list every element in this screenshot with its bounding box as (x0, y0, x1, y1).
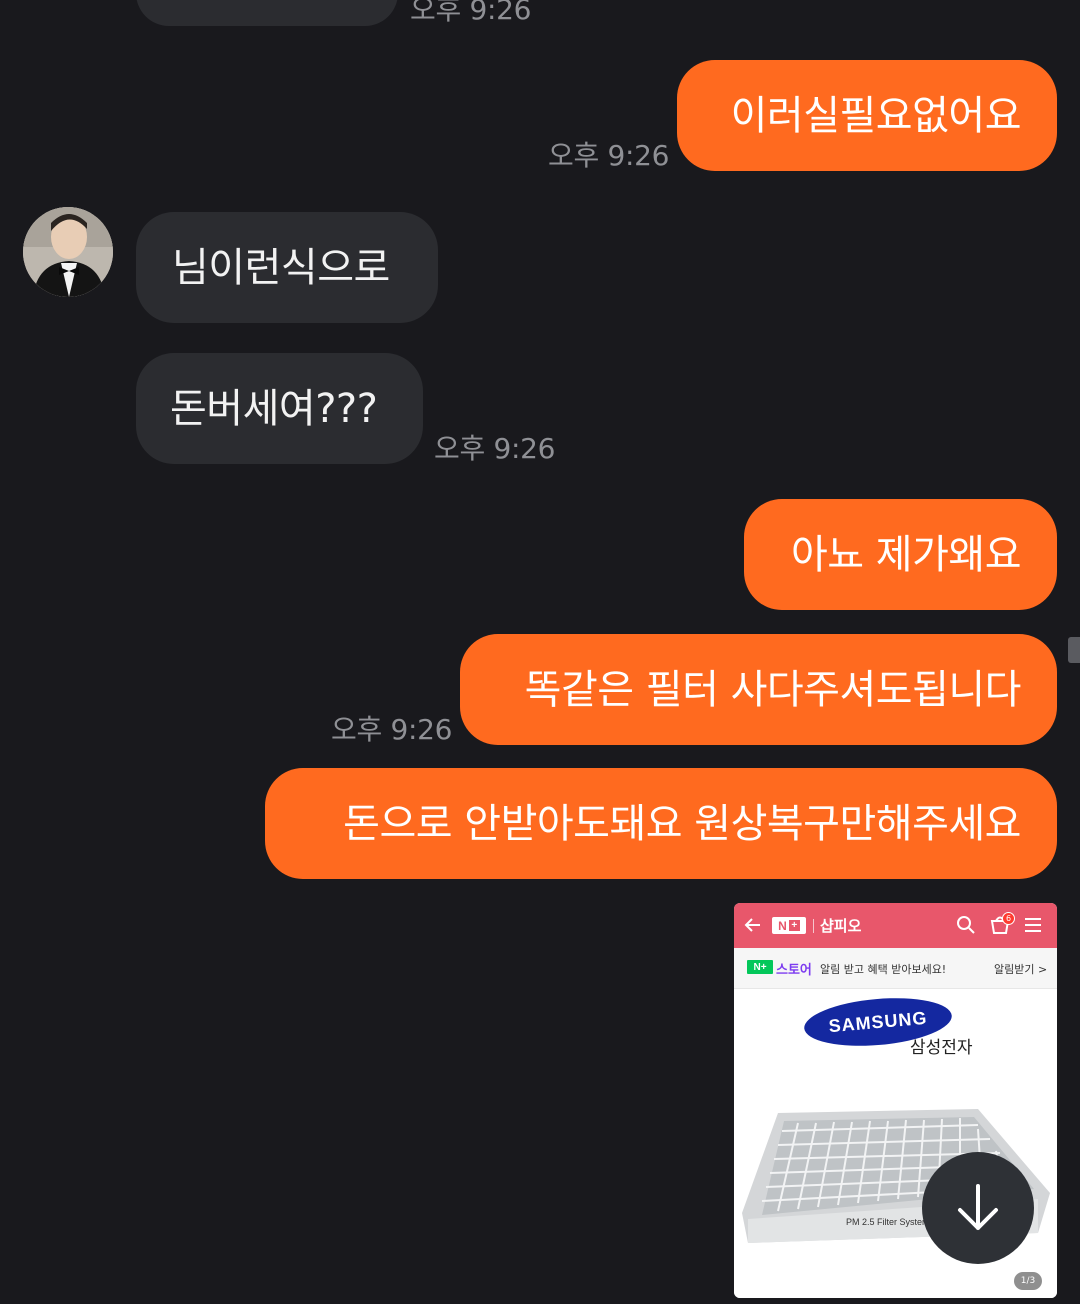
shop-name: 샵피오 (820, 917, 862, 935)
message-text: 아뇨 제가왜요 (790, 531, 1022, 578)
message-text: 돈버세여??? (170, 385, 378, 432)
menu-icon (1025, 918, 1041, 932)
search-icon (957, 916, 975, 934)
message-bubble-incoming[interactable]: 돈버세여??? (136, 353, 423, 464)
svg-text:PM 2.5 Filter System: PM 2.5 Filter System (846, 1217, 930, 1227)
message-text: 이러실필요없어요 (730, 92, 1022, 139)
shop-header: N + 샵피오 6 (734, 903, 1057, 948)
contact-avatar[interactable] (23, 207, 113, 297)
message-text: 돈으로 안받아도돼요 원상복구만해주세요 (343, 800, 1021, 847)
message-bubble-incoming-partial[interactable] (136, 0, 398, 26)
download-arrow-icon (958, 1184, 998, 1230)
message-text: 님이런식으로 (172, 244, 390, 291)
cart-count-badge: 6 (1002, 912, 1015, 925)
message-bubble-incoming[interactable]: 님이런식으로 (136, 212, 438, 323)
message-bubble-outgoing[interactable]: 아뇨 제가왜요 (744, 499, 1057, 610)
nplus-badge: N + (772, 917, 806, 934)
brand-korean: 삼성전자 (910, 1038, 973, 1058)
download-button[interactable] (922, 1152, 1034, 1264)
message-timestamp: 오후 9:26 (410, 0, 532, 26)
message-timestamp: 오후 9:26 (331, 713, 453, 746)
store-notice-bar: N+ 스토어 알림 받고 혜택 받아보세요! 알림받기 > (734, 948, 1057, 989)
notice-text: 알림 받고 혜택 받아보세요! (820, 963, 947, 976)
message-bubble-outgoing[interactable]: 똑같은 필터 사다주셔도됩니다 (460, 634, 1057, 745)
scrollbar-thumb[interactable] (1068, 637, 1080, 663)
message-timestamp: 오후 9:26 (434, 432, 556, 465)
message-text: 똑같은 필터 사다주셔도됩니다 (524, 666, 1022, 713)
back-arrow-icon (744, 918, 760, 932)
store-label: 스토어 (776, 963, 812, 978)
notice-action: 알림받기 > (994, 963, 1048, 976)
image-pager: 1/3 (1014, 1272, 1042, 1290)
message-timestamp: 오후 9:26 (548, 139, 670, 172)
message-bubble-outgoing[interactable]: 돈으로 안받아도돼요 원상복구만해주세요 (265, 768, 1057, 879)
message-bubble-outgoing[interactable]: 이러실필요없어요 (677, 60, 1057, 171)
